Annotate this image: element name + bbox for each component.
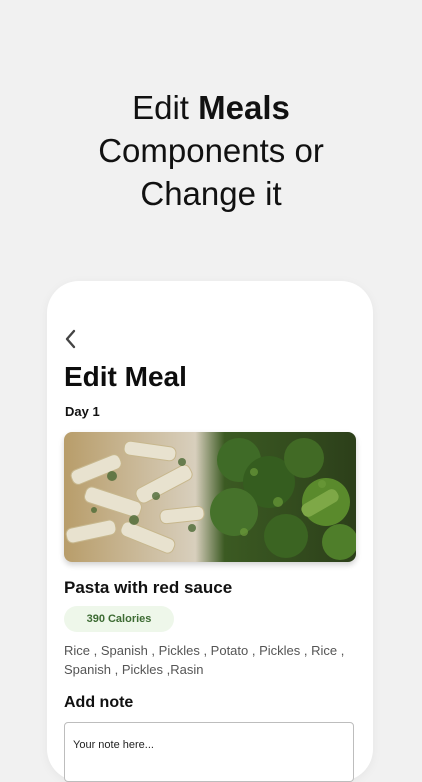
page-title: Edit Meal <box>64 361 187 392</box>
meal-photo <box>64 432 356 562</box>
components-line-1: Rice , Spanish , Pickles , Potato , Pick… <box>64 643 345 658</box>
note-placeholder: Your note here... <box>73 739 154 751</box>
promo-line-1: Edit Meals <box>0 86 422 129</box>
back-button[interactable] <box>62 328 80 350</box>
calories-badge: 390 Calories <box>64 606 174 632</box>
promo-line-1-regular: Edit <box>132 89 199 126</box>
note-input[interactable]: Your note here... <box>64 722 354 782</box>
phone-screen: Edit Meal Day 1 Pasta with red sauce 390… <box>47 281 373 782</box>
meal-image[interactable] <box>64 432 356 562</box>
day-label: Day 1 <box>65 404 100 419</box>
meal-name: Pasta with red sauce <box>64 578 233 597</box>
meal-components: Rice , Spanish , Pickles , Potato , Pick… <box>64 641 356 679</box>
chevron-left-icon <box>65 329 76 349</box>
promo-headline: Edit Meals Components or Change it <box>0 86 422 215</box>
promo-line-2: Components or <box>98 132 324 169</box>
add-note-label: Add note <box>64 694 134 711</box>
promo-line-1-bold: Meals <box>198 89 290 126</box>
components-line-2: Spanish , Pickles ,Rasin <box>64 662 204 677</box>
promo-line-3: Change it <box>140 175 282 212</box>
